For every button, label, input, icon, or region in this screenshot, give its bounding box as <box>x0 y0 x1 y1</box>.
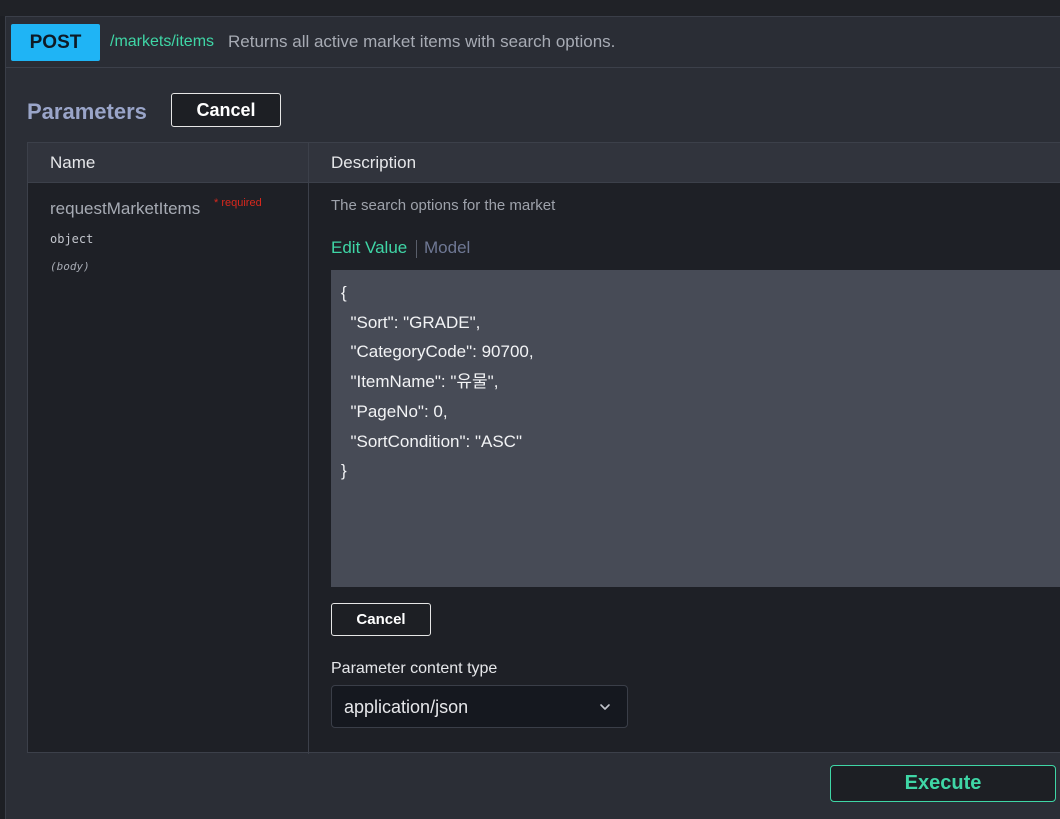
operation-path: /markets/items <box>110 33 215 50</box>
request-body-editor[interactable]: { "Sort": "GRADE", "CategoryCode": 90700… <box>331 270 1060 587</box>
top-strip <box>0 0 1060 16</box>
parameter-description: The search options for the market <box>331 197 556 214</box>
cancel-try-out-button[interactable]: Cancel <box>171 93 281 127</box>
chevron-down-icon <box>599 700 611 718</box>
parameter-name: requestMarketItems <box>50 199 201 218</box>
operation-summary[interactable]: POST /markets/items Returns all active m… <box>6 17 1060 68</box>
parameters-table: Name Description requestMarketItems * re… <box>27 142 1060 754</box>
parameters-title: Parameters <box>27 99 147 124</box>
tab-separator <box>416 240 417 258</box>
column-header-description: Description <box>331 153 417 172</box>
execute-button[interactable]: Execute <box>830 765 1056 802</box>
tab-model[interactable]: Model <box>424 238 470 258</box>
content-type-value: application/json <box>344 697 469 717</box>
operation-block: POST /markets/items Returns all active m… <box>5 16 1060 819</box>
column-divider <box>308 143 309 754</box>
operation-summary-text: Returns all active market items with sea… <box>228 32 616 51</box>
content-type-select[interactable]: application/json <box>331 685 628 728</box>
parameter-type: object <box>50 232 94 246</box>
method-badge: POST <box>11 24 100 61</box>
parameter-location: (body) <box>50 260 90 273</box>
tab-edit-value[interactable]: Edit Value <box>331 238 407 258</box>
required-badge: * required <box>214 197 262 209</box>
table-header: Name Description <box>28 143 1060 183</box>
content-type-label: Parameter content type <box>331 660 498 677</box>
column-header-name: Name <box>50 153 96 172</box>
editor-cancel-button[interactable]: Cancel <box>331 603 431 636</box>
